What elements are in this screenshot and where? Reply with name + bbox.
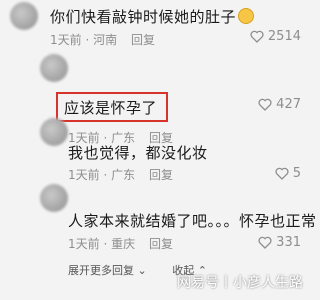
comment-time: 1天前 [68, 237, 100, 251]
comment-text-content: 应该是怀孕了 [64, 99, 158, 117]
comment-meta: 1天前 · 河南 回复 [50, 33, 155, 47]
avatar[interactable] [10, 2, 38, 30]
reply-button[interactable]: 回复 [149, 237, 173, 251]
like-button[interactable]: 427 [258, 97, 301, 112]
like-button[interactable]: 2514 [250, 29, 301, 44]
comment-text-content: 我也觉得，都没化妆 [68, 144, 208, 162]
expand-replies-button[interactable]: 展开更多回复 ⌄ [68, 264, 150, 277]
reply-button[interactable]: 回复 [131, 33, 155, 47]
comment-location: 河南 [93, 33, 118, 47]
heart-outline-icon [258, 236, 272, 249]
comment-meta: 1天前 · 广东 回复 [68, 168, 173, 182]
heart-outline-icon [250, 30, 264, 43]
reply-button[interactable]: 回复 [149, 168, 173, 182]
like-count: 2514 [267, 29, 301, 44]
chevron-down-icon: ⌄ [137, 264, 147, 277]
comment-text: 我也觉得，都没化妆 [68, 142, 208, 163]
comment-time: 1天前 [50, 33, 82, 47]
expand-replies-label: 展开更多回复 [68, 264, 134, 277]
avatar[interactable] [40, 184, 68, 212]
comment-text: 应该是怀孕了 [64, 97, 157, 118]
like-count: 427 [276, 97, 301, 112]
comment-time: 1天前 [68, 168, 100, 182]
comment-text: 你们快看敲钟时候她的肚子 [50, 6, 255, 27]
avatar[interactable] [40, 118, 68, 146]
comment-location: 重庆 [111, 237, 136, 251]
watermark: 网易号丨小彦人生路 [177, 275, 303, 291]
heart-outline-icon [275, 167, 289, 180]
comment-location: 广东 [111, 168, 136, 182]
comment-text-content: 人家本来就结婚了吧。。。怀孕也正常 [68, 212, 317, 230]
avatar[interactable] [40, 54, 68, 82]
like-count: 5 [292, 166, 301, 181]
comment-text: 人家本来就结婚了吧。。。怀孕也正常 [68, 210, 317, 231]
comment-text-content: 你们快看敲钟时候她的肚子 [50, 8, 237, 26]
heart-outline-icon [258, 98, 272, 111]
like-button[interactable]: 331 [258, 235, 301, 250]
like-button[interactable]: 5 [275, 166, 301, 181]
smiling-face-icon [238, 8, 255, 24]
like-count: 331 [276, 235, 301, 250]
comment-meta: 1天前 · 重庆 回复 [68, 237, 173, 251]
